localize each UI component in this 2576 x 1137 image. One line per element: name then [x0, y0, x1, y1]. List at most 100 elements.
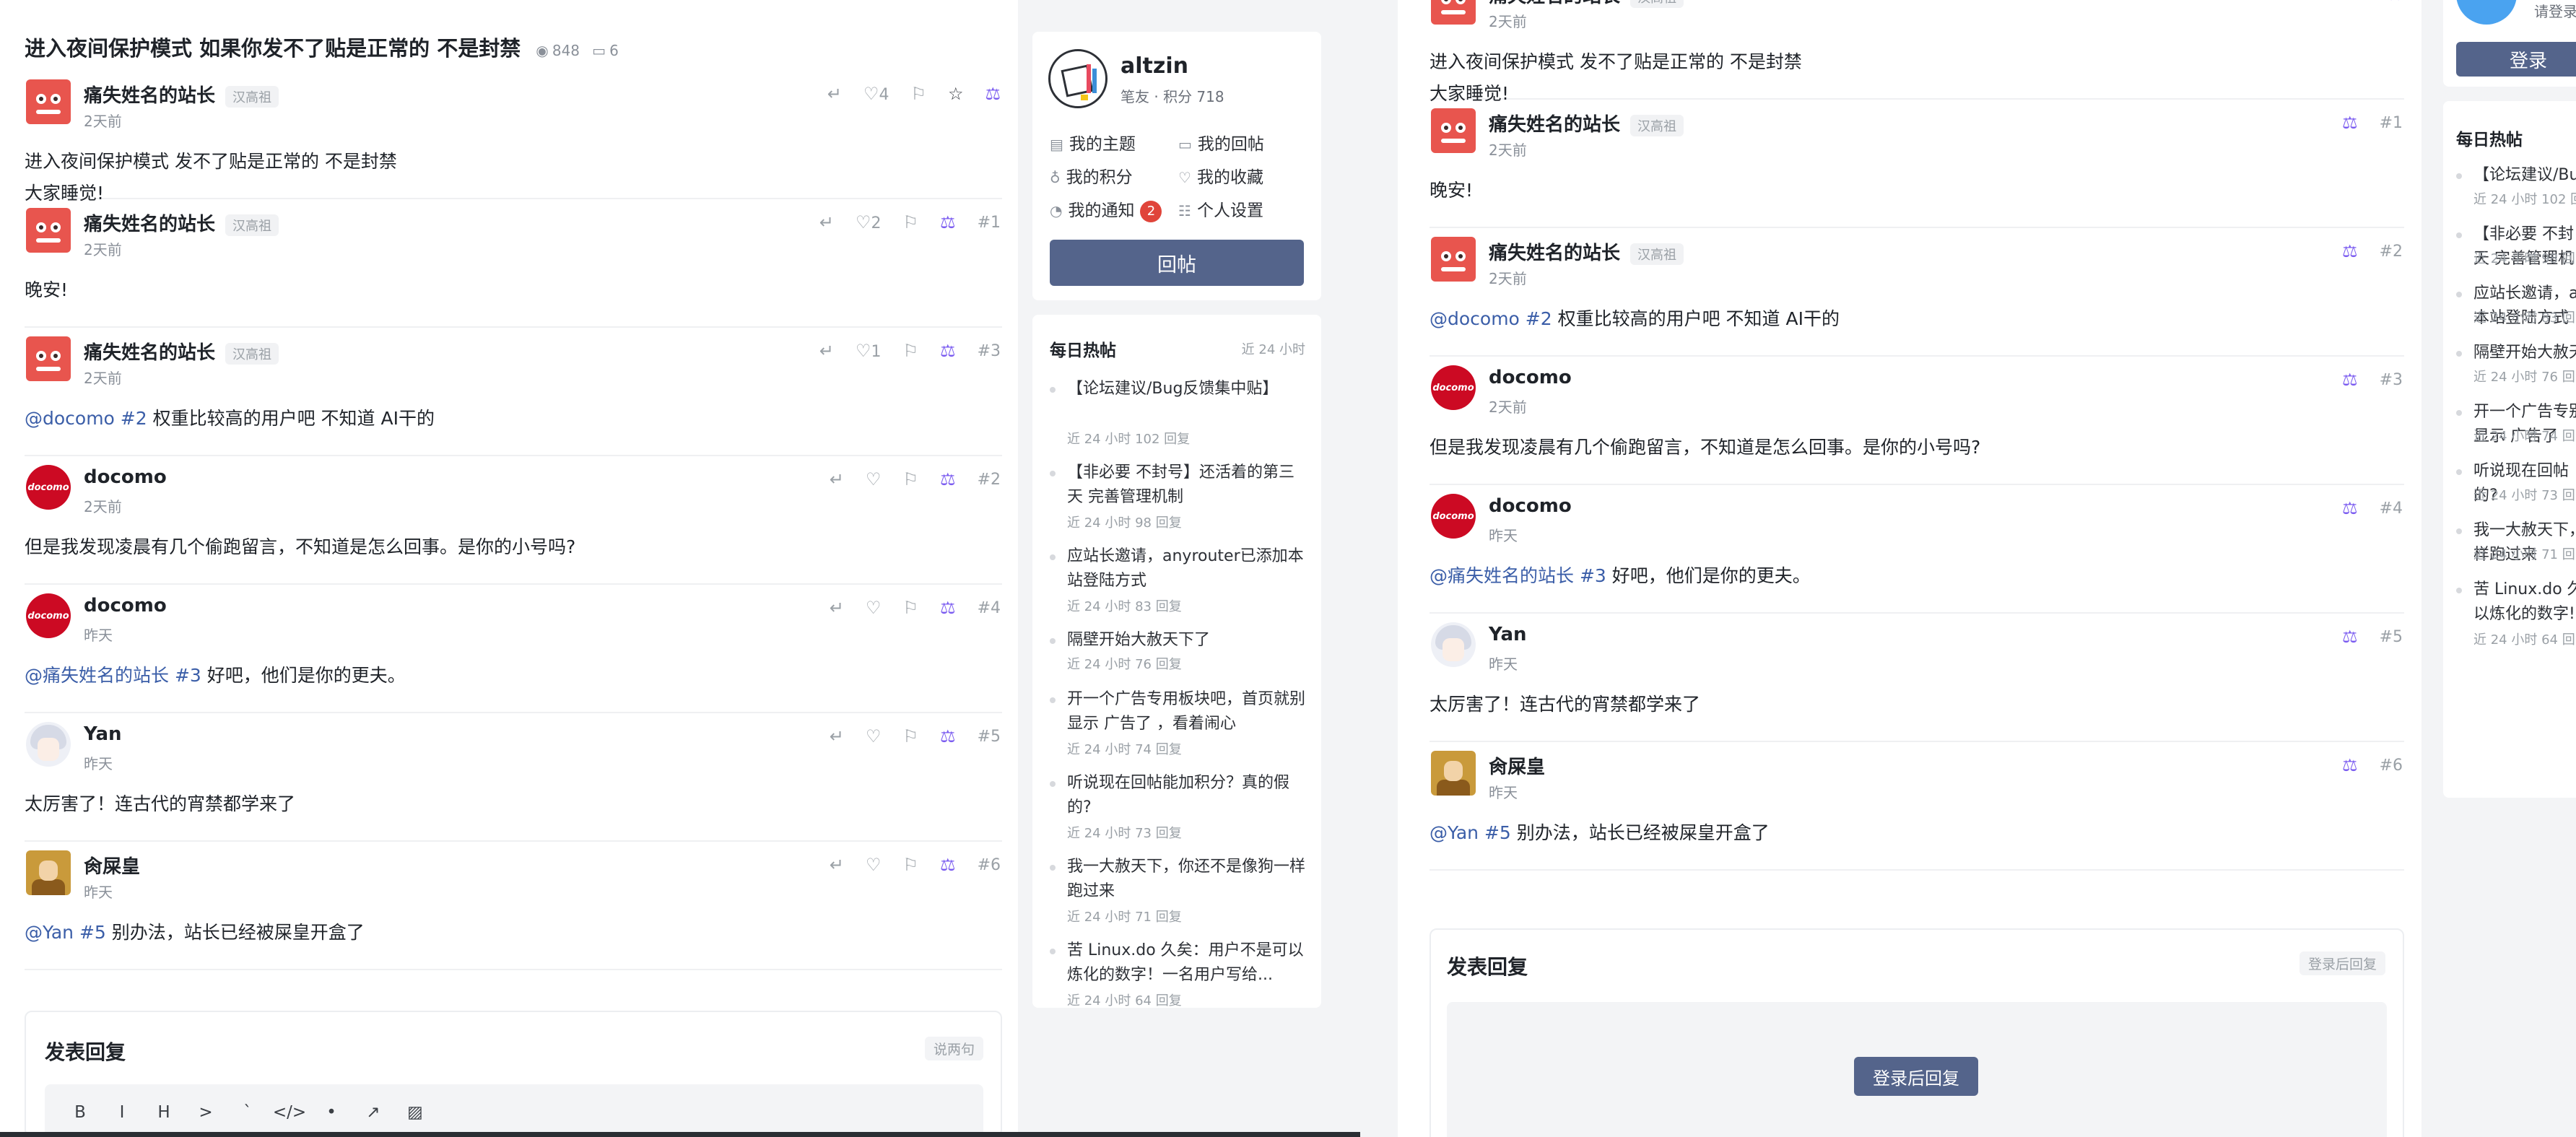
like-button[interactable]: ♡1 — [856, 341, 882, 361]
reply-icon[interactable]: ↵ — [830, 469, 844, 489]
like-button[interactable]: ♡4 — [863, 84, 889, 104]
scale-icon[interactable]: ⚖ — [2342, 370, 2358, 390]
editor-tool-button[interactable]: ` — [227, 1103, 269, 1122]
login-button[interactable]: 登录 — [2456, 42, 2576, 77]
user-avatar[interactable] — [1048, 49, 1108, 108]
scale-icon[interactable]: ⚖ — [2387, 0, 2403, 4]
reply-icon[interactable]: ↵ — [827, 84, 842, 104]
like-button[interactable]: ♡ — [866, 598, 882, 618]
avatar[interactable] — [1431, 108, 1476, 153]
avatar[interactable]: docomo — [1431, 494, 1476, 539]
author-name[interactable]: docomo — [84, 595, 167, 617]
like-button[interactable]: ♡2 — [856, 212, 882, 232]
post-author[interactable]: 痛失姓名的站长汉高祖 — [84, 81, 279, 108]
editor-tool-button[interactable]: • — [310, 1103, 352, 1122]
scale-icon[interactable]: ⚖ — [940, 598, 956, 618]
settings-link[interactable]: ☷ 个人设置 — [1178, 196, 1263, 221]
editor-tool-button[interactable]: I — [101, 1103, 143, 1122]
scale-icon[interactable]: ⚖ — [940, 469, 956, 489]
post-author[interactable]: 肏屎皇 — [1489, 752, 1545, 779]
hot-thread-title[interactable]: 【论坛建议/Bug反馈集中贴】 — [1067, 377, 1310, 401]
avatar[interactable] — [1431, 237, 1476, 282]
post-author[interactable]: docomo — [84, 466, 167, 488]
author-name[interactable]: 痛失姓名的站长 — [1489, 0, 1620, 7]
hot-thread-title[interactable]: 开一个广告专用板块吧，首页就别显示 广告了 ，看着闹心 — [1067, 687, 1310, 736]
hot-thread-item[interactable]: 听说现在回帖能加积分？真的假的? 近 24 小时 73 回复 — [1050, 771, 1310, 855]
scale-icon[interactable]: ⚖ — [940, 726, 956, 746]
hot-thread-title[interactable]: 我一大赦天下，你还不是像狗一样跑过来 — [1067, 855, 1310, 904]
flag-icon[interactable]: ⚐ — [903, 469, 919, 489]
avatar[interactable]: docomo — [26, 593, 71, 638]
author-name[interactable]: 痛失姓名的站长 — [84, 85, 215, 107]
hot-thread-item[interactable]: 【论坛建议/Bug反馈集中贴】近 24 小时 102 回复 — [1050, 377, 1310, 461]
avatar[interactable] — [1431, 751, 1476, 796]
mention-link[interactable]: @痛失姓名的站长 #3 — [1430, 565, 1606, 586]
scale-icon[interactable]: ⚖ — [940, 341, 956, 361]
author-name[interactable]: Yan — [1489, 624, 1527, 645]
hot-thread-title[interactable]: 【论坛建议/Bu — [2473, 163, 2576, 188]
hot-thread-title[interactable]: 苦 Linux.do 久矣：用户不是可以炼化的数字！一名用户写给... — [1067, 938, 1310, 988]
like-button[interactable]: ♡ — [866, 469, 882, 489]
hot-thread-item[interactable]: 开一个广告专别显示 广告了近 24 小时 74 回 — [2456, 400, 2576, 459]
hot-thread-title[interactable]: 听说现在回帖能加积分？真的假的? — [1067, 771, 1310, 820]
star-icon[interactable]: ☆ — [948, 84, 964, 104]
author-name[interactable]: 痛失姓名的站长 — [84, 342, 215, 364]
editor-tool-button[interactable]: ▨ — [394, 1103, 436, 1122]
scale-icon[interactable]: ⚖ — [2342, 755, 2358, 775]
my-replies-link[interactable]: ▭ 我的回帖 — [1178, 130, 1264, 154]
flag-icon[interactable]: ⚐ — [910, 84, 926, 104]
reply-icon[interactable]: ↵ — [830, 598, 844, 618]
author-name[interactable]: 肏屎皇 — [1489, 757, 1545, 778]
post-reply-button[interactable]: 回帖 — [1050, 240, 1304, 286]
post-author[interactable]: 痛失姓名的站长汉高祖 — [1489, 110, 1684, 136]
post-author[interactable]: Yan — [1489, 624, 1527, 645]
reply-icon[interactable]: ↵ — [830, 726, 844, 746]
hot-thread-title[interactable]: 隔壁开始大赦天下了 — [1067, 628, 1310, 653]
post-author[interactable]: docomo — [84, 595, 167, 617]
avatar[interactable] — [26, 722, 71, 767]
post-author[interactable]: docomo — [1489, 367, 1572, 388]
mention-link[interactable]: @Yan #5 — [1430, 822, 1511, 843]
login-to-reply-button[interactable]: 登录后回复 — [1854, 1057, 1978, 1096]
avatar[interactable]: docomo — [26, 465, 71, 510]
hot-thread-title[interactable]: 【非必要 不封号】还活着的第三天 完善管理机制 — [1067, 461, 1310, 510]
hot-thread-item[interactable]: 【非必要 不封号】还活着的第三天 完善管理机制近 24 小时 98 回复 — [1050, 461, 1310, 544]
author-name[interactable]: 肏屎皇 — [84, 856, 140, 878]
avatar[interactable] — [26, 208, 71, 253]
author-name[interactable]: Yan — [84, 723, 122, 745]
flag-icon[interactable]: ⚐ — [903, 212, 919, 232]
hot-thread-item[interactable]: 我一大赦天下，你还不是像狗一样跑过来近 24 小时 71 回复 — [1050, 855, 1310, 938]
author-name[interactable]: docomo — [1489, 495, 1572, 517]
mention-link[interactable]: @痛失姓名的站长 #3 — [25, 665, 201, 686]
scale-icon[interactable]: ⚖ — [940, 855, 956, 875]
hot-thread-item[interactable]: 苦 Linux.do 久以炼化的数字! 近 24 小时 64 回 — [2456, 578, 2576, 661]
avatar[interactable] — [26, 850, 71, 895]
reply-icon[interactable]: ↵ — [819, 341, 834, 361]
like-button[interactable]: ♡ — [866, 726, 882, 746]
avatar[interactable]: docomo — [1431, 365, 1476, 410]
editor-tool-button[interactable]: H — [143, 1103, 185, 1122]
post-author[interactable]: 痛失姓名的站长汉高祖 — [84, 338, 279, 365]
reply-icon[interactable]: ↵ — [819, 212, 834, 232]
hot-thread-item[interactable]: 隔壁开始大赦天下了近 24 小时 76 回复 — [1050, 628, 1310, 687]
post-author[interactable]: 痛失姓名的站长汉高祖 — [84, 209, 279, 236]
scale-icon[interactable]: ⚖ — [2342, 627, 2358, 647]
flag-icon[interactable]: ⚐ — [903, 341, 919, 361]
editor-tool-button[interactable]: ↗ — [352, 1103, 394, 1122]
flag-icon[interactable]: ⚐ — [903, 855, 919, 875]
flag-icon[interactable]: ⚐ — [903, 726, 919, 746]
hot-thread-item[interactable]: 听说现在回帖的? 近 24 小时 73 回 — [2456, 459, 2576, 518]
editor-tool-button[interactable]: B — [59, 1103, 101, 1122]
my-points-link[interactable]: ♁ 我的积分 — [1050, 163, 1133, 188]
avatar[interactable] — [1431, 622, 1476, 667]
mention-link[interactable]: @docomo #2 — [25, 408, 147, 429]
hot-thread-item[interactable]: 隔壁开始大赦天近 24 小时 76 回 — [2456, 341, 2576, 400]
avatar[interactable] — [26, 79, 71, 124]
hot-thread-item[interactable]: 我一大赦天下，样跑过来近 24 小时 71 回 — [2456, 518, 2576, 578]
post-author[interactable]: docomo — [1489, 495, 1572, 517]
post-author[interactable]: 痛失姓名的站长汉高祖 — [1489, 238, 1684, 265]
hot-thread-item[interactable]: 开一个广告专用板块吧，首页就别显示 广告了 ，看着闹心近 24 小时 74 回复 — [1050, 687, 1310, 771]
hot-thread-item[interactable]: 【论坛建议/Bu 近 24 小时 102 回 — [2456, 163, 2576, 222]
hot-thread-item[interactable]: 苦 Linux.do 久矣：用户不是可以炼化的数字！一名用户写给... 近 24 … — [1050, 938, 1310, 1022]
user-name[interactable]: altzin — [1121, 53, 1188, 79]
